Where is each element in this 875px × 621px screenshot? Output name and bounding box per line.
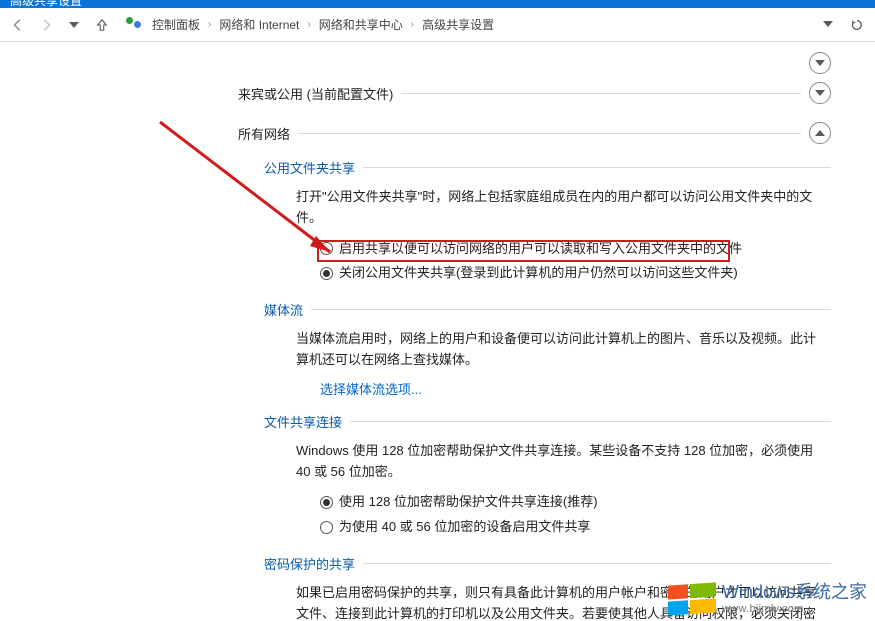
radio-label: 启用共享以便可以访问网络的用户可以读取和写入公用文件夹中的文件 <box>339 239 742 260</box>
radio-group-encryption: 使用 128 位加密帮助保护文件共享连接(推荐) 为使用 40 或 56 位加密… <box>320 490 875 540</box>
section-file-sharing-connections: 文件共享连接 <box>264 412 831 431</box>
profile-collapse-toggle[interactable] <box>809 52 831 74</box>
up-button[interactable] <box>90 13 114 37</box>
breadcrumb-item[interactable]: 网络和共享中心 <box>319 16 403 33</box>
radio-group-public-folder: 启用共享以便可以访问网络的用户可以读取和写入公用文件夹中的文件 关闭公用文件夹共… <box>320 237 875 287</box>
radio-icon <box>320 267 333 280</box>
breadcrumb[interactable]: 控制面板 › 网络和 Internet › 网络和共享中心 › 高级共享设置 <box>152 16 813 33</box>
section-description: 当媒体流启用时，网络上的用户和设备便可以访问此计算机上的图片、音乐以及视频。此计… <box>296 329 823 371</box>
chevron-right-icon: › <box>208 19 211 30</box>
section-title: 公用文件夹共享 <box>264 158 355 177</box>
divider <box>401 93 801 94</box>
chevron-down-icon <box>815 60 825 66</box>
chevron-down-icon <box>815 90 825 96</box>
divider <box>363 563 831 564</box>
divider <box>311 309 831 310</box>
watermark-text: Windows系统之家 www.bjjmlv.com <box>722 583 867 615</box>
breadcrumb-item[interactable]: 控制面板 <box>152 16 200 33</box>
chevron-right-icon: › <box>411 19 414 30</box>
expand-toggle[interactable] <box>809 82 831 104</box>
section-title: 媒体流 <box>264 300 303 319</box>
arrow-up-icon <box>95 18 109 32</box>
profile-all-networks[interactable]: 所有网络 <box>238 122 831 144</box>
watermark-line1: Windows系统之家 <box>722 583 867 603</box>
arrow-left-icon <box>11 18 25 32</box>
radio-label: 关闭公用文件夹共享(登录到此计算机的用户仍然可以访问这些文件夹) <box>339 263 738 284</box>
watermark: Windows系统之家 www.bjjmlv.com <box>668 583 867 615</box>
arrow-right-icon <box>39 18 53 32</box>
navigation-bar: 控制面板 › 网络和 Internet › 网络和共享中心 › 高级共享设置 <box>0 8 875 42</box>
divider <box>298 133 801 134</box>
watermark-line2: www.bjjmlv.com <box>722 603 867 615</box>
forward-button[interactable] <box>34 13 58 37</box>
refresh-button[interactable] <box>845 13 869 37</box>
chevron-down-icon <box>69 22 79 28</box>
divider <box>363 167 831 168</box>
media-streaming-options-link[interactable]: 选择媒体流选项... <box>320 379 422 398</box>
section-password-sharing: 密码保护的共享 <box>264 554 831 573</box>
radio-icon <box>320 496 333 509</box>
window-title-bar: 高级共享设置 <box>0 0 875 8</box>
radio-label: 为使用 40 或 56 位加密的设备启用文件共享 <box>339 517 590 538</box>
section-title: 密码保护的共享 <box>264 554 355 573</box>
radio-enable-sharing[interactable]: 启用共享以便可以访问网络的用户可以读取和写入公用文件夹中的文件 <box>320 237 875 262</box>
radio-disable-sharing[interactable]: 关闭公用文件夹共享(登录到此计算机的用户仍然可以访问这些文件夹) <box>320 261 875 286</box>
refresh-icon <box>850 18 864 32</box>
control-panel-icon <box>124 15 144 35</box>
back-button[interactable] <box>6 13 30 37</box>
radio-4056bit[interactable]: 为使用 40 或 56 位加密的设备启用文件共享 <box>320 515 875 540</box>
radio-icon <box>320 242 333 255</box>
collapse-toggle[interactable] <box>809 122 831 144</box>
section-media-streaming: 媒体流 <box>264 300 831 319</box>
breadcrumb-item[interactable]: 高级共享设置 <box>422 16 494 33</box>
chevron-right-icon: › <box>307 19 310 30</box>
radio-label: 使用 128 位加密帮助保护文件共享连接(推荐) <box>339 492 598 513</box>
radio-128bit[interactable]: 使用 128 位加密帮助保护文件共享连接(推荐) <box>320 490 875 515</box>
section-public-folder-sharing: 公用文件夹共享 <box>264 158 831 177</box>
profile-label: 所有网络 <box>238 124 290 143</box>
breadcrumb-item[interactable]: 网络和 Internet <box>219 16 299 33</box>
recent-dropdown[interactable] <box>62 13 86 37</box>
chevron-down-icon <box>823 21 833 27</box>
address-dropdown[interactable] <box>817 19 839 30</box>
window-title: 高级共享设置 <box>10 0 82 8</box>
radio-icon <box>320 521 333 534</box>
profile-label: 来宾或公用 (当前配置文件) <box>238 84 393 103</box>
section-description: Windows 使用 128 位加密帮助保护文件共享连接。某些设备不支持 128… <box>296 441 823 483</box>
divider <box>350 421 831 422</box>
windows-logo-icon <box>668 582 716 615</box>
section-title: 文件共享连接 <box>264 412 342 431</box>
chevron-up-icon <box>815 130 825 136</box>
section-description: 打开"公用文件夹共享"时，网络上包括家庭组成员在内的用户都可以访问公用文件夹中的… <box>296 187 823 229</box>
profile-guest-public[interactable]: 来宾或公用 (当前配置文件) <box>238 82 831 104</box>
content-area: 来宾或公用 (当前配置文件) 所有网络 公用文件夹共享 打开"公用文件夹共享"时… <box>0 42 875 621</box>
